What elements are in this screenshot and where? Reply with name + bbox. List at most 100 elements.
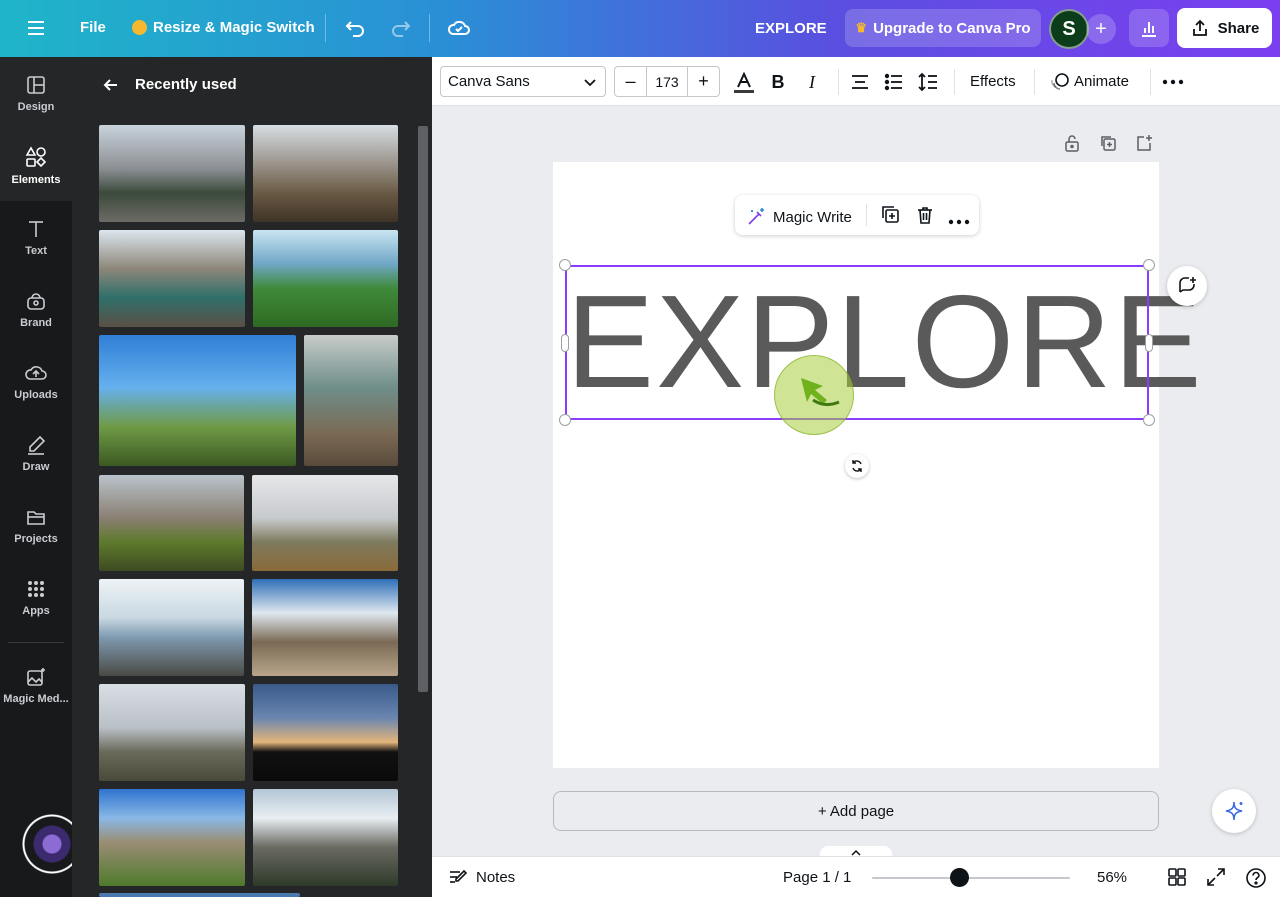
insights-icon[interactable] [1129, 9, 1169, 47]
document-title[interactable]: EXPLORE [755, 20, 827, 37]
photo-thumbnail[interactable] [252, 475, 398, 571]
rail-item-design[interactable]: Design [0, 57, 72, 129]
rail-item-uploads[interactable]: Uploads [0, 345, 72, 417]
resize-handle[interactable] [559, 259, 571, 271]
add-comment-icon[interactable] [1167, 266, 1207, 306]
rail-item-label: Projects [14, 532, 58, 545]
photo-thumbnail[interactable] [304, 335, 398, 466]
cloud-save-icon[interactable] [447, 17, 471, 39]
delete-icon[interactable] [915, 205, 935, 230]
rail-item-label: Apps [22, 604, 50, 617]
photo-thumbnail[interactable] [252, 579, 398, 676]
photo-thumbnail[interactable] [99, 789, 245, 886]
photo-thumbnail[interactable] [253, 789, 398, 886]
redo-icon[interactable] [390, 17, 412, 39]
font-family-select[interactable]: Canva Sans [440, 66, 606, 97]
resize-handle[interactable] [1143, 414, 1155, 426]
help-icon[interactable] [1245, 867, 1267, 894]
font-name: Canva Sans [448, 73, 530, 90]
rail-item-elements[interactable]: Elements [0, 129, 72, 201]
brand-icon [27, 292, 45, 310]
rail-item-draw[interactable]: Draw [0, 417, 72, 489]
photo-thumbnail[interactable] [253, 230, 398, 327]
rotate-icon[interactable] [845, 454, 869, 478]
cursor-arrow-icon [801, 378, 840, 407]
photo-thumbnail[interactable] [99, 579, 244, 676]
crown-icon [132, 20, 147, 35]
animate-icon[interactable] [1048, 70, 1072, 94]
duplicate-page-icon[interactable] [1099, 134, 1117, 157]
apps-icon [28, 580, 44, 597]
spacing-icon[interactable] [916, 70, 940, 94]
notes-button[interactable]: Notes [448, 868, 515, 886]
fullscreen-icon[interactable] [1206, 867, 1226, 892]
lock-icon[interactable] [1063, 134, 1081, 157]
font-size-stepper: – 173 + [614, 66, 720, 97]
resize-handle[interactable] [1143, 259, 1155, 271]
effects-button[interactable]: Effects [970, 73, 1016, 90]
more-options-icon[interactable] [948, 212, 970, 230]
more-options-icon[interactable] [1161, 70, 1185, 94]
scrollbar[interactable] [418, 126, 428, 692]
side-resize-handle[interactable] [1145, 334, 1153, 352]
rail-item-label: Draw [22, 460, 50, 473]
photo-thumbnail[interactable] [99, 335, 296, 466]
rail-item-projects[interactable]: Projects [0, 489, 72, 561]
add-page-icon[interactable] [1135, 134, 1153, 157]
photo-thumbnail[interactable] [99, 230, 245, 327]
italic-icon[interactable]: I [800, 70, 824, 94]
resize-handle[interactable] [559, 414, 571, 426]
align-center-icon[interactable] [848, 70, 872, 94]
bold-icon[interactable]: B [766, 70, 790, 94]
upload-icon [25, 365, 47, 380]
photo-thumbnail[interactable] [99, 893, 300, 897]
zoom-slider[interactable] [872, 877, 1070, 879]
chevron-down-icon [584, 79, 596, 87]
magic-write-button[interactable]: Magic Write [745, 206, 852, 228]
page-counter[interactable]: Page 1 / 1 [783, 869, 851, 886]
rail-item-magic-media[interactable]: Magic Med... [0, 649, 72, 721]
duplicate-icon[interactable] [880, 205, 902, 230]
add-collaborator-icon[interactable]: + [1086, 14, 1116, 44]
undo-icon[interactable] [344, 17, 366, 39]
increase-font-size-button[interactable]: + [688, 67, 719, 96]
draw-icon [28, 435, 46, 455]
notes-label: Notes [476, 868, 516, 886]
photo-thumbnail[interactable] [253, 125, 398, 222]
text-toolbar: Canva Sans – 173 + B I Effects Animate [432, 57, 1280, 106]
rail-item-brand[interactable]: Brand [0, 273, 72, 345]
divider [429, 14, 430, 42]
back-arrow-icon[interactable] [102, 76, 120, 99]
avatar[interactable]: S [1049, 9, 1089, 49]
share-button[interactable]: Share [1177, 8, 1272, 48]
resize-label: Resize & Magic Switch [153, 19, 315, 36]
rail-item-label: Magic Med... [3, 692, 69, 705]
side-resize-handle[interactable] [561, 334, 569, 352]
rail-item-label: Text [25, 244, 47, 257]
element-floating-toolbar: Magic Write [735, 195, 979, 235]
photo-thumbnail[interactable] [253, 684, 398, 781]
photo-thumbnail[interactable] [99, 475, 244, 571]
magic-media-icon [27, 667, 45, 686]
list-icon[interactable] [882, 70, 906, 94]
font-size-input[interactable]: 173 [646, 67, 688, 96]
photo-thumbnail[interactable] [99, 684, 245, 781]
add-page-button[interactable]: + Add page [553, 791, 1159, 831]
menu-icon[interactable] [26, 18, 46, 38]
zoom-level[interactable]: 56% [1097, 869, 1127, 886]
crown-icon: ♛ [855, 20, 868, 35]
upgrade-button[interactable]: ♛ Upgrade to Canva Pro [845, 9, 1041, 47]
magic-assistant-button[interactable] [1212, 789, 1256, 833]
zoom-slider-knob[interactable] [949, 868, 969, 887]
rail-item-text[interactable]: Text [0, 201, 72, 273]
photo-thumbnail[interactable] [99, 125, 245, 222]
file-menu[interactable]: File [80, 19, 106, 36]
resize-button[interactable]: Resize & Magic Switch [132, 19, 315, 36]
decrease-font-size-button[interactable]: – [615, 67, 646, 96]
notes-icon [450, 869, 468, 883]
rail-item-apps[interactable]: Apps [0, 561, 72, 633]
grid-view-icon[interactable] [1167, 867, 1187, 892]
text-color-icon[interactable] [732, 70, 756, 94]
magic-pen-icon [748, 208, 764, 225]
animate-button[interactable]: Animate [1074, 73, 1129, 90]
